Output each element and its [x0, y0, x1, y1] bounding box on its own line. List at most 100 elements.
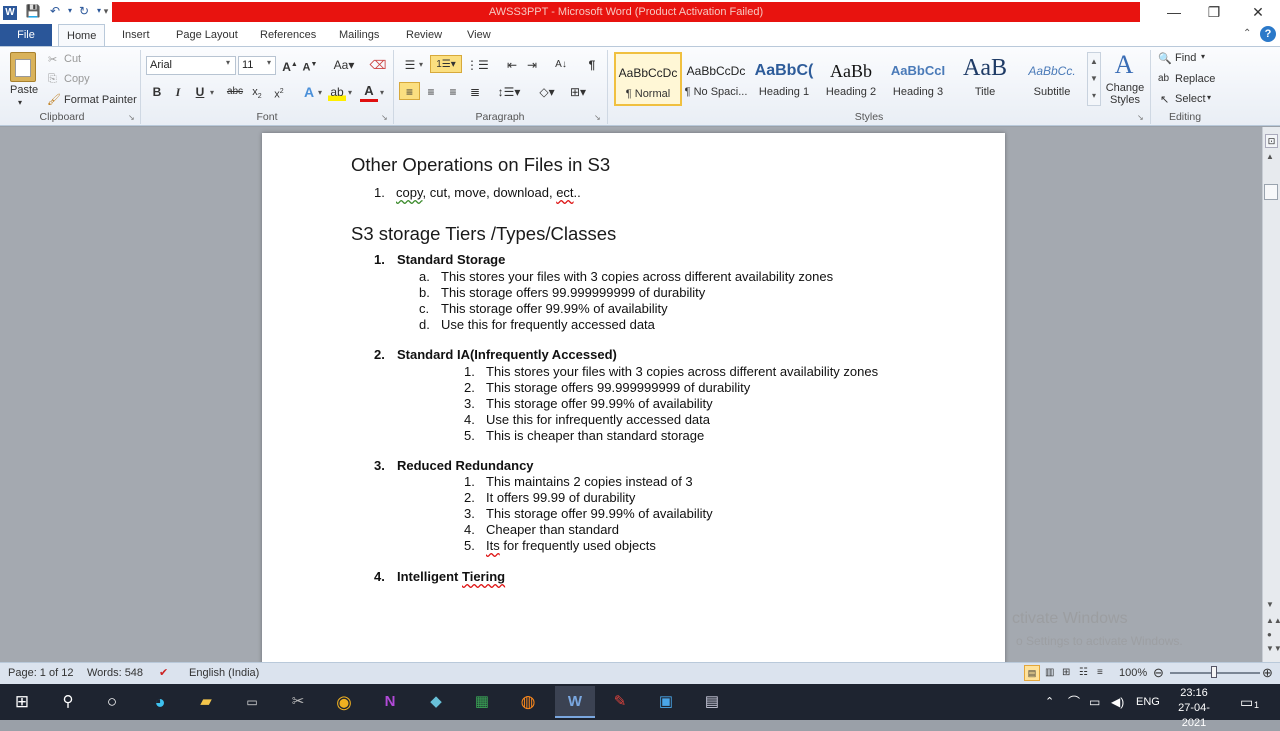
- tab-view[interactable]: View: [459, 24, 499, 46]
- style-normal[interactable]: AaBbCcDc ¶ Normal: [614, 52, 682, 106]
- snipping-tool-icon[interactable]: ✂: [281, 686, 315, 718]
- zoom-level[interactable]: 100%: [1119, 662, 1147, 684]
- outline-icon[interactable]: ☷: [1079, 662, 1088, 684]
- minimize-ribbon-icon[interactable]: ⌃: [1243, 28, 1251, 39]
- tab-page-layout[interactable]: Page Layout: [168, 24, 246, 46]
- style-subtitle[interactable]: AaBbCc. Subtitle: [1018, 52, 1086, 106]
- style-no-spacing[interactable]: AaBbCcDc ¶ No Spaci...: [682, 52, 750, 106]
- subscript-icon[interactable]: x2: [248, 83, 266, 101]
- floppy-app-icon[interactable]: ▤: [695, 686, 729, 718]
- system-clock[interactable]: 23:16 27-04-2021: [1168, 686, 1220, 731]
- cut-button[interactable]: Cut: [64, 53, 81, 65]
- tab-home[interactable]: Home: [58, 24, 106, 46]
- line-spacing-icon[interactable]: ↕☰▾: [497, 83, 521, 101]
- strikethrough-icon[interactable]: abc: [224, 83, 246, 101]
- clipboard-launcher-icon[interactable]: ↘: [128, 113, 135, 122]
- font-color-dropdown-icon[interactable]: ▾: [380, 88, 384, 97]
- proofing-icon[interactable]: ✔: [159, 662, 168, 684]
- paste-button[interactable]: Paste: [10, 84, 38, 96]
- grow-font-icon[interactable]: A▲: [281, 56, 299, 74]
- web-layout-icon[interactable]: ⊞: [1062, 662, 1070, 684]
- chrome-browser-icon[interactable]: ◉: [327, 686, 361, 718]
- spreadsheet-app-icon[interactable]: ▦: [465, 686, 499, 718]
- text-effects-icon[interactable]: A: [300, 83, 318, 101]
- notes-app-icon[interactable]: ◆: [419, 686, 453, 718]
- redo-icon[interactable]: ↻: [76, 3, 92, 19]
- show-hidden-icons[interactable]: ⌃: [1045, 684, 1054, 720]
- firefox-browser-icon[interactable]: ◍: [511, 686, 545, 718]
- shrink-font-icon[interactable]: A▼: [301, 56, 319, 74]
- borders-icon[interactable]: ⊞▾: [566, 83, 590, 101]
- paste-icon[interactable]: [10, 52, 36, 82]
- bullets-dropdown-icon[interactable]: ▾: [419, 60, 423, 69]
- word-taskbar-icon[interactable]: W: [555, 686, 595, 718]
- style-heading-2[interactable]: AaBb Heading 2: [817, 52, 885, 106]
- network-icon[interactable]: ⌒: [1068, 684, 1080, 720]
- paint-app-icon[interactable]: ✎: [603, 686, 637, 718]
- battery-icon[interactable]: ▭: [1089, 684, 1100, 720]
- print-layout-icon[interactable]: ▤: [1024, 665, 1040, 681]
- notification-center-icon[interactable]: ▭: [1240, 684, 1253, 720]
- increase-indent-icon[interactable]: ⇥: [523, 56, 541, 74]
- sort-icon[interactable]: A↓: [552, 56, 570, 74]
- multilevel-list-icon[interactable]: ⋮☰: [466, 56, 489, 74]
- word-app-icon[interactable]: W: [2, 3, 18, 20]
- next-page-icon[interactable]: ▼▼: [1266, 644, 1280, 653]
- windows-start-icon[interactable]: ⊞: [5, 686, 39, 718]
- scrollbar-thumb[interactable]: [1264, 184, 1278, 200]
- align-left-icon[interactable]: ≡: [399, 82, 420, 100]
- onenote-icon[interactable]: N: [373, 686, 407, 718]
- tab-file[interactable]: File: [0, 24, 52, 46]
- tab-insert[interactable]: Insert: [114, 24, 158, 46]
- bold-icon[interactable]: B: [148, 83, 166, 101]
- file-explorer-icon[interactable]: ▰: [189, 686, 223, 718]
- justify-icon[interactable]: ≣: [466, 83, 484, 101]
- change-styles-button[interactable]: Change Styles: [1104, 82, 1146, 106]
- style-title[interactable]: AaB Title: [951, 52, 1019, 106]
- decrease-indent-icon[interactable]: ⇤: [503, 56, 521, 74]
- search-icon[interactable]: ⚲: [51, 686, 85, 718]
- browse-object-icon[interactable]: ●: [1267, 630, 1272, 639]
- underline-dropdown-icon[interactable]: ▾: [210, 88, 214, 97]
- style-heading-3[interactable]: AaBbCcI Heading 3: [884, 52, 952, 106]
- replace-button[interactable]: Replace: [1175, 73, 1215, 85]
- command-prompt-icon[interactable]: ▭: [235, 686, 269, 718]
- help-icon[interactable]: ?: [1260, 26, 1276, 42]
- volume-icon[interactable]: ◀): [1111, 684, 1124, 720]
- task-view-icon[interactable]: ○: [95, 686, 129, 718]
- draft-icon[interactable]: ≡: [1097, 662, 1103, 684]
- highlight-dropdown-icon[interactable]: ▾: [348, 88, 352, 97]
- text-effects-dropdown-icon[interactable]: ▾: [318, 88, 322, 97]
- tab-references[interactable]: References: [252, 24, 324, 46]
- restore-button[interactable]: ❐: [1192, 0, 1236, 24]
- select-button[interactable]: Select: [1175, 93, 1206, 105]
- edge-browser-icon[interactable]: ◕: [143, 686, 177, 718]
- word-count[interactable]: Words: 548: [87, 662, 143, 684]
- paste-dropdown-icon[interactable]: ▾: [18, 98, 22, 107]
- undo-icon[interactable]: ↶: [47, 3, 63, 19]
- find-button[interactable]: Find: [1175, 52, 1196, 64]
- font-name-combo[interactable]: Arial: [146, 56, 236, 75]
- zoom-out-icon[interactable]: ⊖: [1153, 662, 1164, 684]
- styles-scroll[interactable]: ▲ ▼ ▾: [1087, 52, 1101, 106]
- language-indicator[interactable]: English (India): [189, 662, 259, 684]
- italic-icon[interactable]: I: [169, 83, 187, 101]
- font-color-icon[interactable]: A: [360, 83, 378, 102]
- underline-icon[interactable]: U: [191, 83, 209, 101]
- scroll-up-icon[interactable]: ▲: [1266, 152, 1274, 161]
- change-case-icon[interactable]: Aa▾: [331, 56, 357, 74]
- ruler-toggle-icon[interactable]: ⊡: [1265, 134, 1278, 148]
- superscript-icon[interactable]: x2: [270, 83, 288, 101]
- zoom-in-icon[interactable]: ⊕: [1262, 662, 1273, 684]
- minimize-button[interactable]: —: [1152, 0, 1196, 24]
- full-screen-reading-icon[interactable]: ▥: [1045, 662, 1054, 684]
- align-right-icon[interactable]: ≡: [444, 83, 462, 101]
- font-size-dropdown-icon[interactable]: ▾: [267, 58, 271, 67]
- select-dropdown-icon[interactable]: ▾: [1207, 93, 1211, 102]
- close-button[interactable]: ✕: [1236, 0, 1280, 24]
- clear-formatting-icon[interactable]: ⌫: [369, 56, 387, 74]
- format-painter-button[interactable]: Format Painter: [64, 94, 137, 106]
- bullets-icon[interactable]: ☰: [401, 56, 419, 74]
- zoom-slider-thumb[interactable]: [1211, 666, 1217, 678]
- find-dropdown-icon[interactable]: ▾: [1201, 52, 1205, 61]
